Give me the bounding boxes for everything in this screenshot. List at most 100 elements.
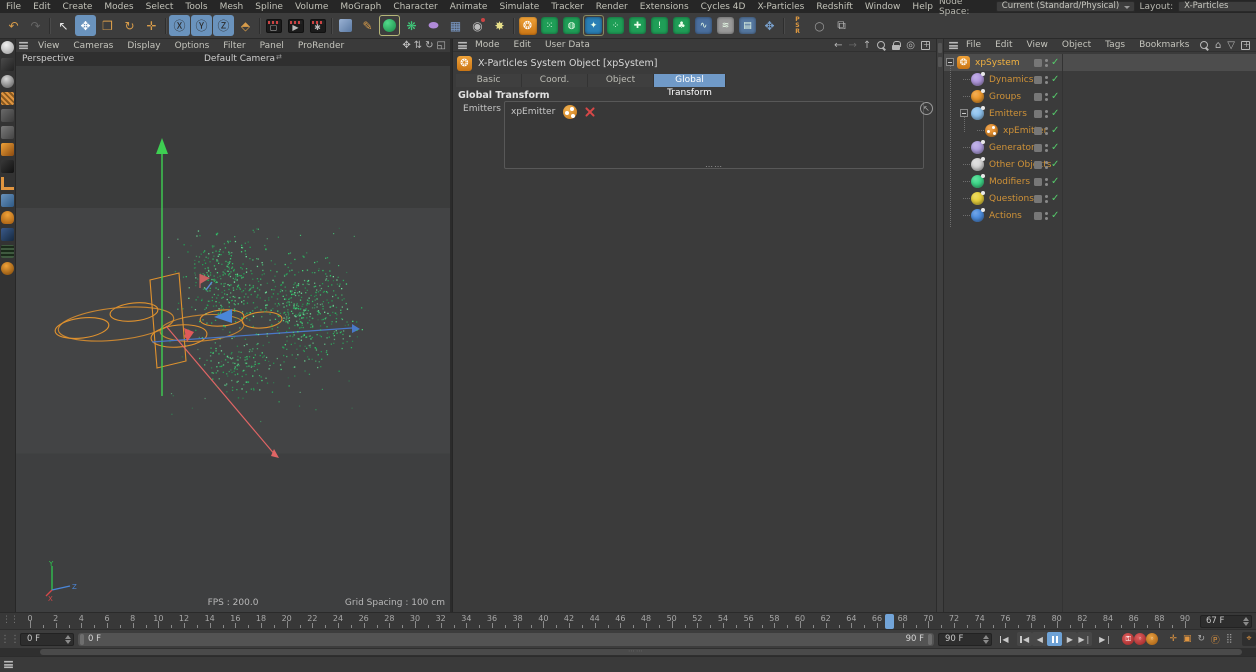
viewport-canvas[interactable]: Y Z X FPS : 200.0 Grid Spacing : 100 cm (16, 66, 450, 612)
menu-select[interactable]: Select (140, 2, 180, 12)
menu-mesh[interactable]: Mesh (214, 2, 250, 12)
xp-emitter-button[interactable]: ⁙ (539, 15, 560, 36)
object-row-generators[interactable]: Generators✓ (944, 139, 1256, 156)
target-mode-icon[interactable]: ◎ (906, 40, 915, 51)
visibility-dots-icon[interactable] (1045, 127, 1048, 135)
menu-window[interactable]: Window (859, 2, 907, 12)
end-frame-spinner[interactable] (983, 635, 989, 644)
visibility-dots-icon[interactable] (1045, 178, 1048, 186)
visibility-dots-icon[interactable] (1045, 110, 1048, 118)
node-space-select[interactable]: Current (Standard/Physical) (996, 1, 1135, 12)
menu-extensions[interactable]: Extensions (634, 2, 695, 12)
frame-spinner[interactable] (1243, 617, 1249, 626)
camera-label[interactable]: Default Camera (204, 54, 275, 64)
enabled-check-icon[interactable]: ✓ (1051, 143, 1059, 153)
key-pla-toggle[interactable]: ⣿ (1222, 632, 1236, 646)
tab-coord-[interactable]: Coord. (522, 74, 588, 87)
menu-character[interactable]: Character (387, 2, 443, 12)
visibility-dots-icon[interactable] (1045, 212, 1048, 220)
new-panel-icon[interactable] (921, 41, 930, 50)
search-icon[interactable] (1200, 41, 1209, 50)
object-menu-bookmarks[interactable]: Bookmarks (1132, 40, 1196, 50)
visibility-dots-icon[interactable] (1045, 195, 1048, 203)
object-row-xpemitter[interactable]: xpEmitter✓ (944, 122, 1256, 139)
previous-frame-button[interactable]: ◀ (1032, 632, 1047, 646)
visibility-dots-icon[interactable] (1045, 93, 1048, 101)
key-parameter-toggle[interactable]: Ⓟ (1208, 632, 1222, 646)
render-view-button[interactable]: ▢ (263, 15, 284, 36)
emitter-list-item[interactable]: xpEmitter (511, 105, 595, 119)
key-rotation-toggle[interactable]: ↻ (1194, 632, 1208, 646)
object-row-groups[interactable]: Groups✓ (944, 88, 1256, 105)
render-settings-button[interactable]: ✱ (307, 15, 328, 36)
range-left-handle[interactable] (80, 634, 84, 645)
layer-toggle-icon[interactable] (1034, 144, 1042, 152)
object-menu-tags[interactable]: Tags (1098, 40, 1132, 50)
current-frame-field[interactable]: 67 F (1200, 615, 1252, 628)
attribute-menu-mode[interactable]: Mode (468, 40, 507, 50)
axis-mode-icon[interactable] (1, 177, 14, 190)
tab-global-transform[interactable]: Global Transform (654, 74, 726, 87)
object-menu-edit[interactable]: Edit (988, 40, 1019, 50)
viewport-pan-icon[interactable]: ✥ (402, 40, 410, 51)
search-icon[interactable] (877, 41, 886, 50)
menu-mograph[interactable]: MoGraph (334, 2, 387, 12)
menu-spline[interactable]: Spline (249, 2, 289, 12)
scale-tool[interactable]: ❒ (97, 15, 118, 36)
tab-object[interactable]: Object (588, 74, 654, 87)
menu-redshift[interactable]: Redshift (810, 2, 859, 12)
edges-mode-icon[interactable] (1, 126, 14, 139)
enabled-check-icon[interactable]: ✓ (1051, 92, 1059, 102)
magnet-tool-icon[interactable] (1, 211, 14, 224)
range-right-handle[interactable] (928, 634, 932, 645)
viewport-menu-panel[interactable]: Panel (253, 41, 291, 51)
visibility-dots-icon[interactable] (1045, 59, 1048, 67)
deformer-menu[interactable]: ⬬ (423, 15, 444, 36)
viewport-menu-display[interactable]: Display (120, 41, 167, 51)
coordinate-system-button[interactable]: ⬘ (235, 15, 256, 36)
viewport-menu-view[interactable]: View (31, 41, 66, 51)
orange-grid-icon[interactable] (1, 92, 14, 105)
object-row-xpsystem[interactable]: ❂xpSystem✓ (944, 54, 1256, 71)
panel-layout-button[interactable]: ⧉ (831, 15, 852, 36)
render-picture-viewer-button[interactable]: ▶ (285, 15, 306, 36)
history-back-icon[interactable]: ← (834, 40, 842, 51)
menu-create[interactable]: Create (57, 2, 99, 12)
layer-toggle-icon[interactable] (1034, 161, 1042, 169)
key-scale-toggle[interactable]: ▣ (1180, 632, 1194, 646)
layer-toggle-icon[interactable] (1034, 178, 1042, 186)
viewport-menu-cameras[interactable]: Cameras (66, 41, 120, 51)
emitters-list-box[interactable]: xpEmitter ⋯⋯ (504, 101, 924, 169)
viewport-menu-options[interactable]: Options (168, 41, 217, 51)
visibility-dots-icon[interactable] (1045, 76, 1048, 84)
viewport-menu-prorender[interactable]: ProRender (291, 41, 351, 51)
expand-toggle-icon[interactable] (960, 109, 968, 117)
object-panel-menu-icon[interactable] (949, 41, 958, 48)
preview-range-slider[interactable]: 0 F 90 F (78, 633, 934, 646)
ring-tool-button[interactable]: ○ (809, 15, 830, 36)
layer-toggle-icon[interactable] (1034, 76, 1042, 84)
layer-toggle-icon[interactable] (1034, 110, 1042, 118)
camera-swap-icon[interactable]: ⇄ (276, 53, 282, 61)
object-row-questions[interactable]: Questions✓ (944, 190, 1256, 207)
xp-material-button[interactable]: ≋ (715, 15, 736, 36)
rotate-tool[interactable]: ↻ (119, 15, 140, 36)
attribute-menu-edit[interactable]: Edit (507, 40, 538, 50)
panel-divider-strip[interactable] (936, 39, 944, 612)
y-axis-lock-button[interactable]: Ⓨ (191, 15, 212, 36)
primitive-cube-menu[interactable] (335, 15, 356, 36)
xp-curve-button[interactable]: ∿ (693, 15, 714, 36)
start-frame-spinner[interactable] (65, 635, 71, 644)
goto-end-button[interactable]: ▶❘ (1098, 632, 1113, 646)
parent-up-icon[interactable]: ↑ (863, 40, 871, 51)
pause-button[interactable] (1047, 632, 1062, 646)
layer-toggle-icon[interactable] (1034, 59, 1042, 67)
object-row-modifiers[interactable]: Modifiers✓ (944, 173, 1256, 190)
mesh-grid-icon[interactable] (1, 245, 14, 258)
enabled-check-icon[interactable]: ✓ (1051, 211, 1059, 221)
object-row-emitters[interactable]: Emitters✓ (944, 105, 1256, 122)
object-row-other-objects[interactable]: Other Objects✓ (944, 156, 1256, 173)
enabled-check-icon[interactable]: ✓ (1051, 58, 1059, 68)
projection-label[interactable]: Perspective (22, 54, 74, 64)
status-menu-icon[interactable] (4, 661, 13, 668)
